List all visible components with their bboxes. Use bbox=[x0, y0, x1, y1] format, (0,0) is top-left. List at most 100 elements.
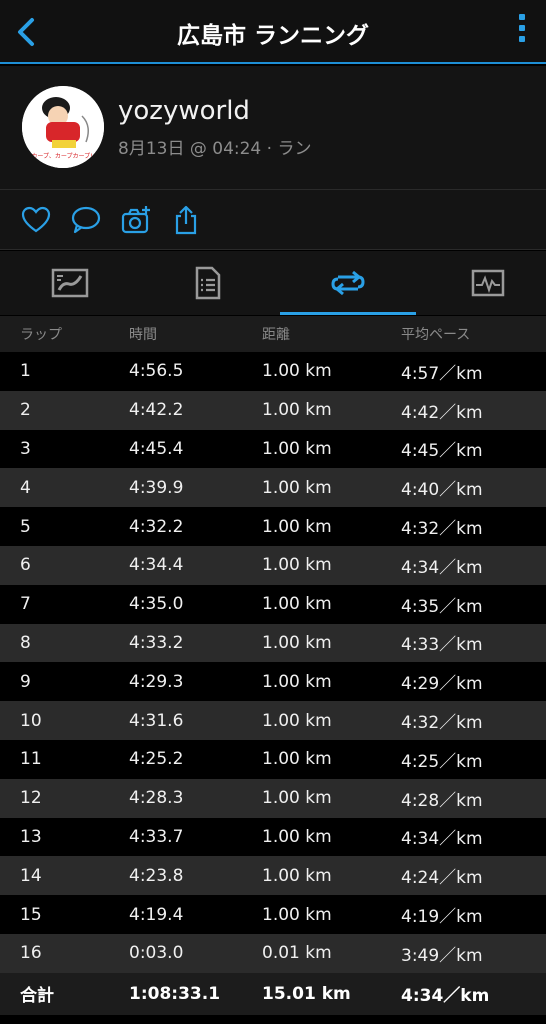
table-row[interactable]: 10 4:31.6 1.00 km 4:32／km bbox=[0, 701, 546, 740]
lap-number: 11 bbox=[0, 739, 129, 779]
avatar-illustration: カープ、カープカープ! bbox=[22, 86, 104, 168]
column-header-time: 時間 bbox=[129, 316, 262, 352]
table-row[interactable]: 14 4:23.8 1.00 km 4:24／km bbox=[0, 856, 546, 896]
tab-laps[interactable] bbox=[280, 251, 416, 315]
map-icon bbox=[51, 268, 89, 298]
total-label: 合計 bbox=[0, 972, 129, 1015]
lap-number: 15 bbox=[0, 895, 129, 934]
table-row[interactable]: 2 4:42.2 1.00 km 4:42／km bbox=[0, 390, 546, 430]
lap-time: 4:25.2 bbox=[129, 739, 262, 779]
username[interactable]: yozyworld bbox=[118, 96, 250, 126]
laps-table: ラップ 時間 距離 平均ペース 1 4:56.5 1.00 km 4:57／km 2 4:… bbox=[0, 316, 546, 1015]
lap-number: 8 bbox=[0, 623, 129, 663]
lap-pace: 4:40／km bbox=[401, 468, 546, 508]
stats-document-icon bbox=[195, 266, 221, 300]
lap-pace: 4:28／km bbox=[401, 778, 546, 818]
lap-pace: 4:57／km bbox=[401, 352, 546, 391]
activity-header: カープ、カープカープ! yozyworld 8月13日 @ 04:24 · ラン bbox=[0, 66, 546, 190]
lap-distance: 1.00 km bbox=[262, 584, 401, 624]
table-row[interactable]: 11 4:25.2 1.00 km 4:25／km bbox=[0, 739, 546, 779]
lap-pace: 4:45／km bbox=[401, 429, 546, 469]
lap-number: 7 bbox=[0, 584, 129, 624]
table-row[interactable]: 1 4:56.5 1.00 km 4:57／km bbox=[0, 352, 546, 391]
lap-time: 4:45.4 bbox=[129, 429, 262, 469]
activity-meta: 8月13日 @ 04:24 · ラン bbox=[118, 139, 312, 159]
lap-pace: 4:24／km bbox=[401, 856, 546, 896]
table-row[interactable]: 3 4:45.4 1.00 km 4:45／km bbox=[0, 429, 546, 469]
lap-distance: 1.00 km bbox=[262, 390, 401, 430]
lap-pace: 4:32／km bbox=[401, 507, 546, 546]
lap-time: 4:35.0 bbox=[129, 584, 262, 624]
lap-distance: 1.00 km bbox=[262, 895, 401, 934]
lap-pace: 4:34／km bbox=[401, 545, 546, 585]
lap-number: 14 bbox=[0, 856, 129, 896]
share-icon[interactable] bbox=[170, 204, 202, 236]
lap-number: 6 bbox=[0, 545, 129, 585]
total-time: 1:08:33.1 bbox=[129, 972, 262, 1015]
lap-distance: 1.00 km bbox=[262, 352, 401, 391]
lap-time: 4:32.2 bbox=[129, 507, 262, 546]
column-header-distance: 距離 bbox=[262, 316, 401, 352]
lap-distance: 1.00 km bbox=[262, 817, 401, 857]
total-distance: 15.01 km bbox=[262, 972, 401, 1015]
tab-charts[interactable] bbox=[420, 251, 546, 315]
lap-pace: 4:33／km bbox=[401, 623, 546, 663]
lap-number: 16 bbox=[0, 933, 129, 973]
laps-loop-icon bbox=[331, 270, 365, 296]
tab-bar bbox=[0, 251, 546, 315]
heart-icon[interactable] bbox=[20, 204, 52, 236]
table-row[interactable]: 9 4:29.3 1.00 km 4:29／km bbox=[0, 662, 546, 702]
lap-pace: 4:19／km bbox=[401, 895, 546, 934]
comment-icon[interactable] bbox=[70, 204, 102, 236]
action-bar bbox=[0, 190, 546, 250]
lap-number: 3 bbox=[0, 429, 129, 469]
table-row[interactable]: 5 4:32.2 1.00 km 4:32／km bbox=[0, 507, 546, 546]
lap-distance: 1.00 km bbox=[262, 429, 401, 469]
total-row: 合計 1:08:33.1 15.01 km 4:34／km bbox=[0, 972, 546, 1015]
lap-distance: 1.00 km bbox=[262, 778, 401, 818]
lap-distance: 1.00 km bbox=[262, 662, 401, 702]
lap-time: 4:56.5 bbox=[129, 352, 262, 391]
lap-pace: 4:42／km bbox=[401, 390, 546, 430]
tab-map[interactable] bbox=[2, 251, 138, 315]
table-header-row: ラップ 時間 距離 平均ペース bbox=[0, 316, 546, 352]
lap-time: 4:19.4 bbox=[129, 895, 262, 934]
lap-time: 4:28.3 bbox=[129, 778, 262, 818]
lap-pace: 4:35／km bbox=[401, 584, 546, 624]
lap-distance: 1.00 km bbox=[262, 623, 401, 663]
add-photo-icon[interactable] bbox=[120, 204, 152, 236]
table-row[interactable]: 7 4:35.0 1.00 km 4:35／km bbox=[0, 584, 546, 624]
table-row[interactable]: 13 4:33.7 1.00 km 4:34／km bbox=[0, 817, 546, 857]
lap-number: 9 bbox=[0, 662, 129, 702]
lap-number: 1 bbox=[0, 352, 129, 391]
chart-icon bbox=[471, 269, 505, 297]
avatar[interactable]: カープ、カープカープ! bbox=[22, 86, 104, 168]
lap-time: 4:31.6 bbox=[129, 701, 262, 740]
table-row[interactable]: 16 0:03.0 0.01 km 3:49／km bbox=[0, 933, 546, 973]
lap-pace: 4:25／km bbox=[401, 739, 546, 779]
table-row[interactable]: 8 4:33.2 1.00 km 4:33／km bbox=[0, 623, 546, 663]
more-vertical-icon[interactable] bbox=[516, 14, 528, 50]
lap-time: 4:29.3 bbox=[129, 662, 262, 702]
table-row[interactable]: 4 4:39.9 1.00 km 4:40／km bbox=[0, 468, 546, 508]
lap-time: 4:34.4 bbox=[129, 545, 262, 585]
lap-distance: 0.01 km bbox=[262, 933, 401, 973]
lap-number: 4 bbox=[0, 468, 129, 508]
lap-number: 10 bbox=[0, 701, 129, 740]
lap-time: 4:42.2 bbox=[129, 390, 262, 430]
lap-distance: 1.00 km bbox=[262, 507, 401, 546]
table-row[interactable]: 15 4:19.4 1.00 km 4:19／km bbox=[0, 895, 546, 934]
lap-time: 4:33.7 bbox=[129, 817, 262, 857]
lap-distance: 1.00 km bbox=[262, 468, 401, 508]
lap-pace: 4:32／km bbox=[401, 701, 546, 740]
table-row[interactable]: 12 4:28.3 1.00 km 4:28／km bbox=[0, 778, 546, 818]
column-header-lap: ラップ bbox=[0, 316, 129, 352]
top-bar: 広島市 ランニング bbox=[0, 0, 546, 64]
tab-stats[interactable] bbox=[140, 251, 276, 315]
table-row[interactable]: 6 4:34.4 1.00 km 4:34／km bbox=[0, 545, 546, 585]
lap-distance: 1.00 km bbox=[262, 545, 401, 585]
lap-time: 4:23.8 bbox=[129, 856, 262, 896]
lap-number: 2 bbox=[0, 390, 129, 430]
lap-number: 12 bbox=[0, 778, 129, 818]
lap-distance: 1.00 km bbox=[262, 701, 401, 740]
